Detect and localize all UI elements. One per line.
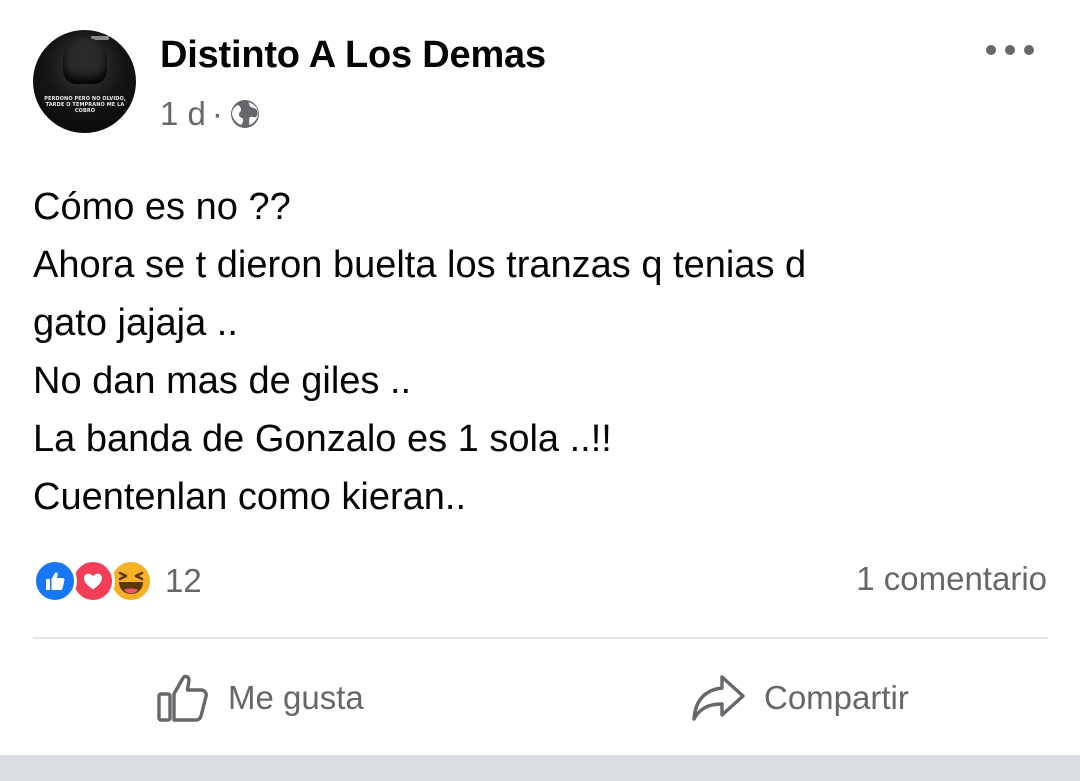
reactions-summary[interactable]: 12: [33, 558, 202, 604]
post-card: PERDONO PERO NO OLVIDO, TARDE O TEMPRANO…: [0, 0, 1080, 755]
post-text-line: Cuentenlan como kieran..: [33, 476, 467, 518]
avatar-figure: [63, 38, 107, 84]
avatar-caption: PERDONO PERO NO OLVIDO, TARDE O TEMPRANO…: [44, 96, 126, 114]
share-arrow-icon: [690, 673, 746, 723]
feed-separator: [0, 755, 1080, 781]
more-dot: [986, 45, 996, 55]
like-button[interactable]: Me gusta: [156, 670, 364, 726]
more-dot: [1024, 45, 1034, 55]
more-dot: [1005, 45, 1015, 55]
avatar[interactable]: PERDONO PERO NO OLVIDO, TARDE O TEMPRANO…: [33, 30, 136, 133]
author-name[interactable]: Distinto A Los Demas: [160, 34, 546, 77]
meta-separator: ·: [211, 95, 223, 132]
reaction-count: 12: [165, 562, 202, 599]
post-time[interactable]: 1 d: [160, 95, 206, 133]
post-text-line: gato jajaja ..: [33, 302, 238, 344]
divider: [33, 637, 1048, 639]
share-label: Compartir: [764, 679, 909, 716]
thumbs-up-icon: [156, 672, 210, 724]
post-text-line: La banda de Gonzalo es 1 sola ..!!: [33, 418, 612, 460]
haha-reaction-icon: [109, 559, 153, 603]
globe-icon: [229, 98, 261, 130]
like-label: Me gusta: [228, 679, 364, 716]
share-button[interactable]: Compartir: [690, 670, 909, 726]
post-text-line: Ahora se t dieron buelta los tranzas q t…: [33, 244, 807, 286]
like-reaction-icon: [33, 559, 77, 603]
post-meta: 1 d ·: [160, 94, 261, 134]
post-text-line: Cómo es no ??: [33, 186, 291, 228]
love-reaction-icon: [71, 559, 115, 603]
comment-count[interactable]: 1 comentario: [856, 560, 1047, 598]
post-text: Cómo es no ?? Ahora se t dieron buelta l…: [33, 178, 1043, 526]
post-text-line: No dan mas de giles ..: [33, 360, 412, 402]
more-options-icon[interactable]: [986, 40, 1034, 60]
